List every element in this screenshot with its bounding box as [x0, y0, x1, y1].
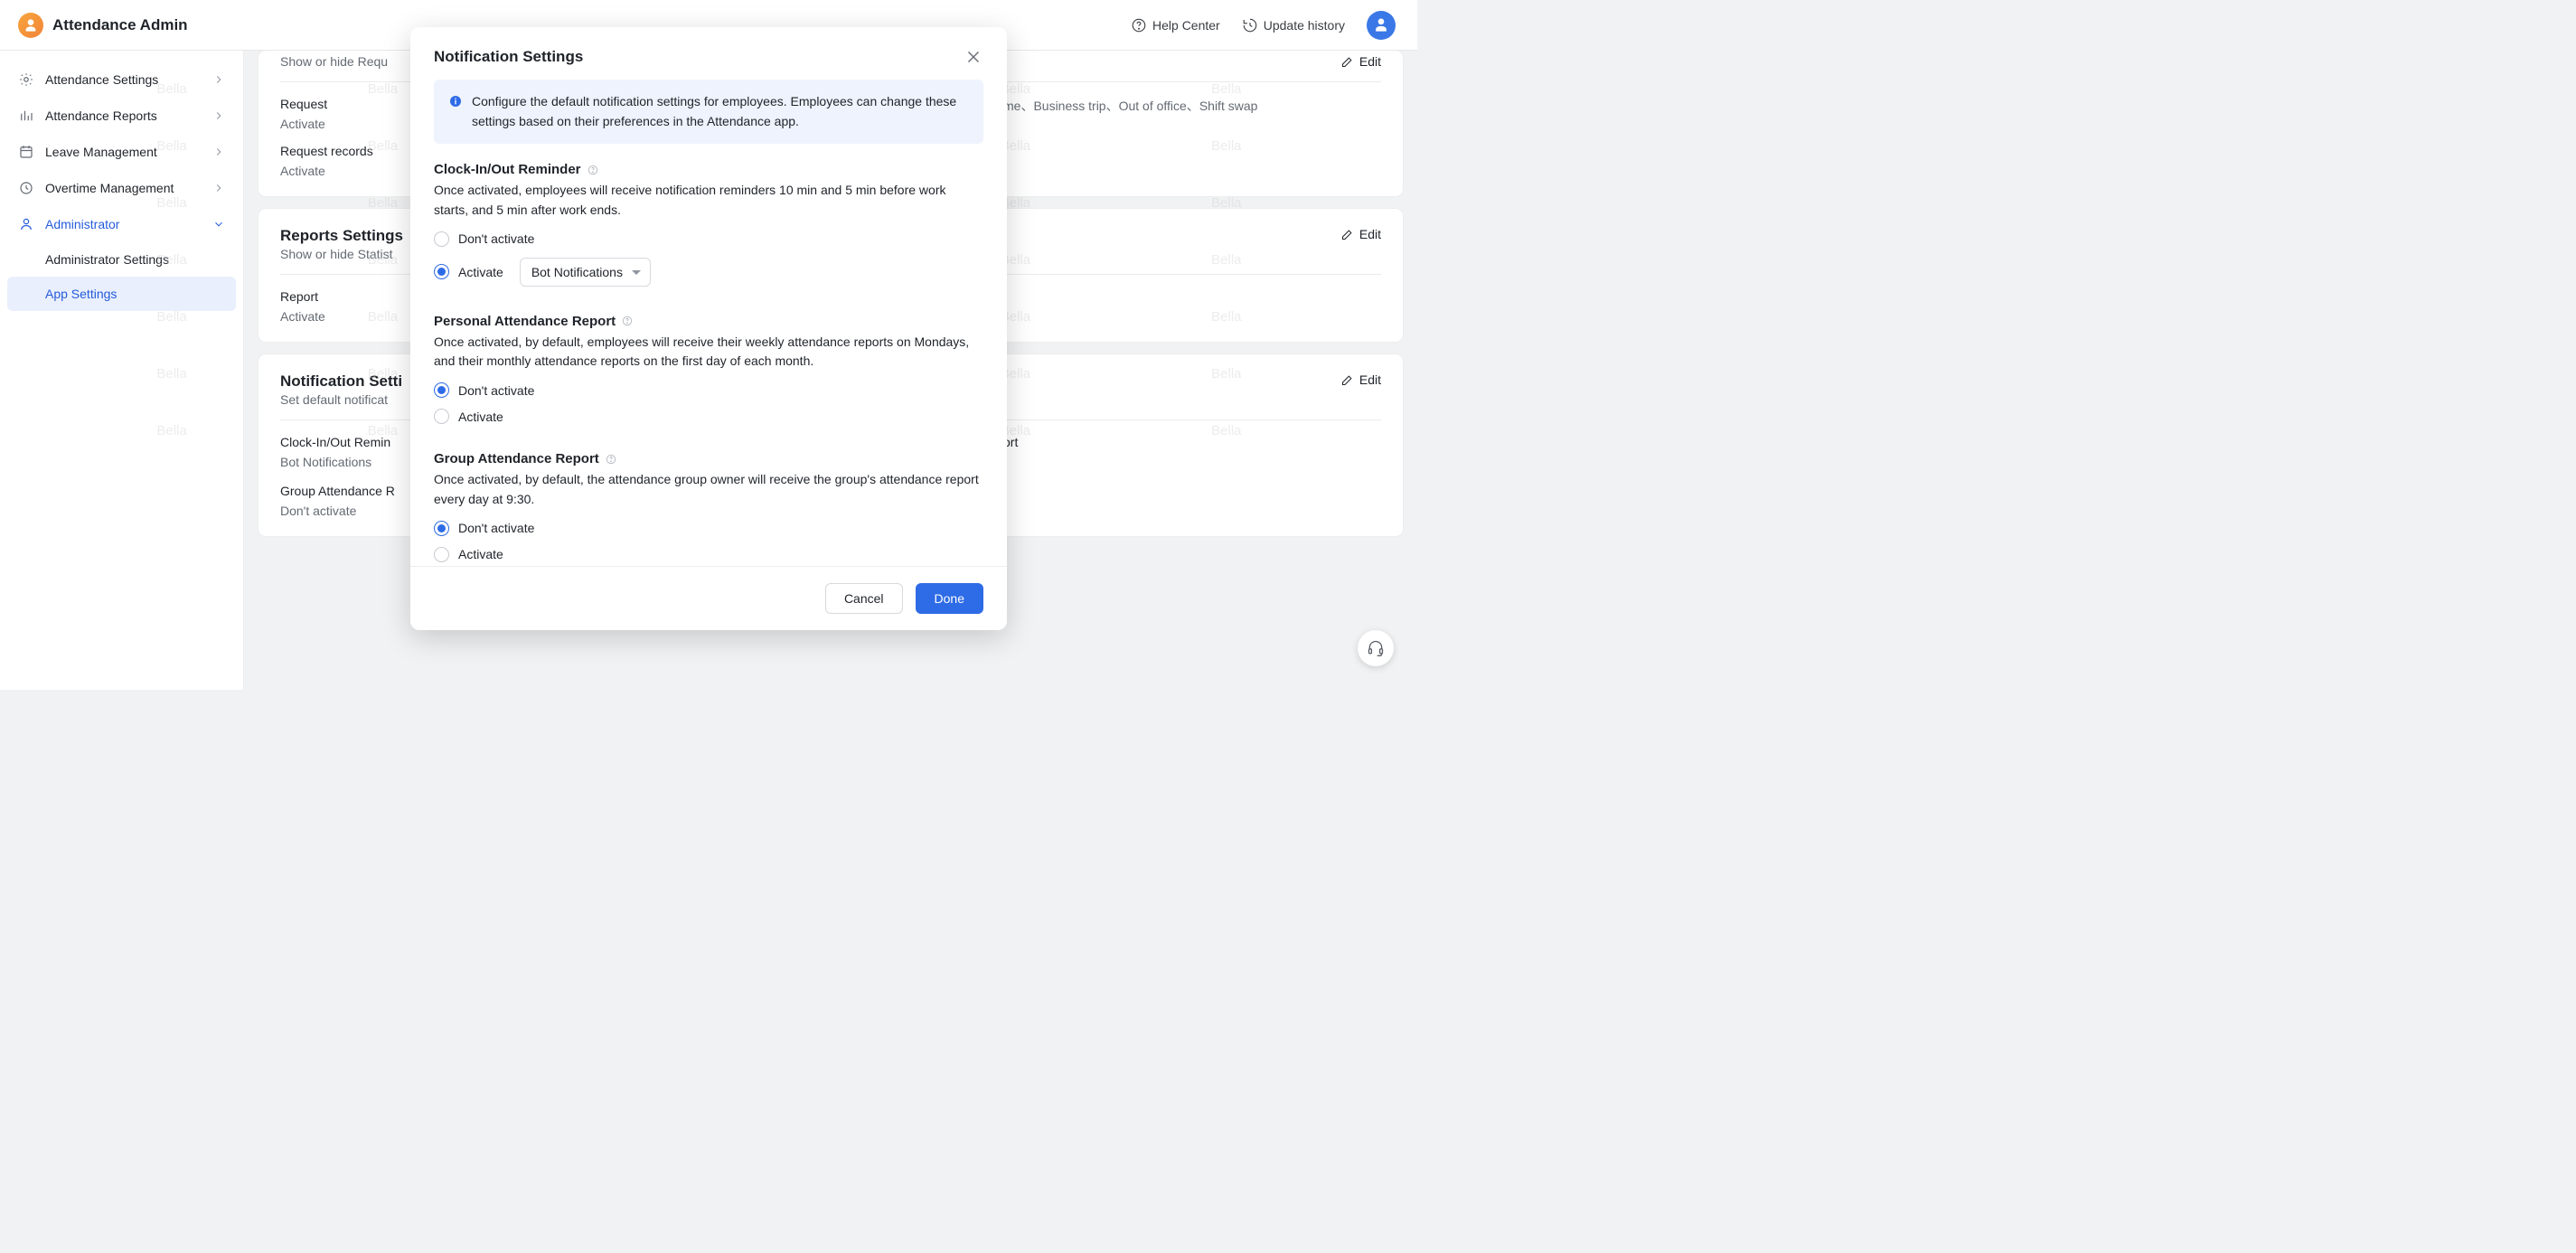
radio-s1-on[interactable]: Activate Bot Notifications: [434, 258, 983, 287]
radio-s3-on[interactable]: Activate: [434, 547, 983, 562]
radio-label: Don't activate: [458, 231, 534, 246]
nav-attendance-reports[interactable]: Attendance Reports: [7, 98, 236, 134]
info-text: Configure the default notification setti…: [472, 92, 969, 131]
edit-label: Edit: [1359, 372, 1381, 387]
close-icon[interactable]: [964, 47, 983, 67]
radio-icon: [434, 231, 449, 247]
nav-label: Overtime Management: [45, 181, 174, 195]
radio-label: Activate: [458, 547, 503, 561]
done-button[interactable]: Done: [916, 583, 983, 614]
support-button[interactable]: [1358, 630, 1394, 666]
section-desc-2: Once activated, by default, employees wi…: [434, 333, 983, 372]
app-logo: [18, 13, 43, 38]
edit-button[interactable]: Edit: [1340, 54, 1381, 69]
cancel-button[interactable]: Cancel: [825, 583, 903, 614]
section-title-1: Clock-In/Out Reminder: [434, 162, 581, 177]
nav-administrator[interactable]: Administrator: [7, 206, 236, 242]
radio-icon: [434, 264, 449, 279]
radio-icon: [434, 382, 449, 398]
help-center-label: Help Center: [1152, 18, 1220, 33]
radio-s2-on[interactable]: Activate: [434, 409, 983, 424]
help-icon[interactable]: [605, 453, 617, 466]
update-history-link[interactable]: Update history: [1242, 17, 1345, 33]
radio-icon: [434, 547, 449, 562]
radio-icon: [434, 409, 449, 424]
headset-icon: [1367, 639, 1385, 657]
app-title: Attendance Admin: [52, 16, 188, 34]
edit-label: Edit: [1359, 227, 1381, 241]
info-icon: [448, 94, 463, 108]
section-desc-1: Once activated, employees will receive n…: [434, 181, 983, 220]
notification-method-select[interactable]: Bot Notifications: [520, 258, 651, 287]
nav-sub-admin-settings[interactable]: Administrator Settings: [7, 242, 236, 277]
info-banner: Configure the default notification setti…: [434, 80, 983, 144]
types-value-visible: me、Business trip、Out of office、Shift swa…: [1003, 97, 1381, 115]
nav-overtime-management[interactable]: Overtime Management: [7, 170, 236, 206]
radio-s1-off[interactable]: Don't activate: [434, 231, 983, 247]
help-icon[interactable]: [621, 315, 634, 327]
nav-leave-management[interactable]: Leave Management: [7, 134, 236, 170]
section-title-3: Group Attendance Report: [434, 451, 599, 466]
help-center-link[interactable]: Help Center: [1131, 17, 1220, 33]
edit-button[interactable]: Edit: [1340, 372, 1381, 387]
nav-sub-app-settings[interactable]: App Settings: [7, 277, 236, 311]
radio-s2-off[interactable]: Don't activate: [434, 382, 983, 398]
partial-label: ort: [1003, 435, 1381, 449]
nav-attendance-settings[interactable]: Attendance Settings: [7, 61, 236, 98]
modal-title: Notification Settings: [434, 48, 964, 66]
nav-label: Leave Management: [45, 145, 157, 159]
help-icon[interactable]: [587, 164, 599, 176]
section-desc-3: Once activated, by default, the attendan…: [434, 470, 983, 509]
nav-label: Attendance Reports: [45, 108, 157, 123]
radio-label: Activate: [458, 410, 503, 424]
nav-label: Attendance Settings: [45, 72, 158, 87]
nav-label: Administrator: [45, 217, 119, 231]
section-title-2: Personal Attendance Report: [434, 314, 616, 329]
notification-settings-modal: Notification Settings Configure the defa…: [410, 27, 1007, 630]
update-history-label: Update history: [1264, 18, 1345, 33]
edit-label: Edit: [1359, 54, 1381, 69]
radio-label: Don't activate: [458, 521, 534, 535]
edit-button[interactable]: Edit: [1340, 227, 1381, 241]
radio-label: Don't activate: [458, 383, 534, 398]
radio-icon: [434, 521, 449, 536]
avatar[interactable]: [1367, 11, 1396, 40]
radio-label: Activate: [458, 265, 503, 279]
radio-s3-off[interactable]: Don't activate: [434, 521, 983, 536]
